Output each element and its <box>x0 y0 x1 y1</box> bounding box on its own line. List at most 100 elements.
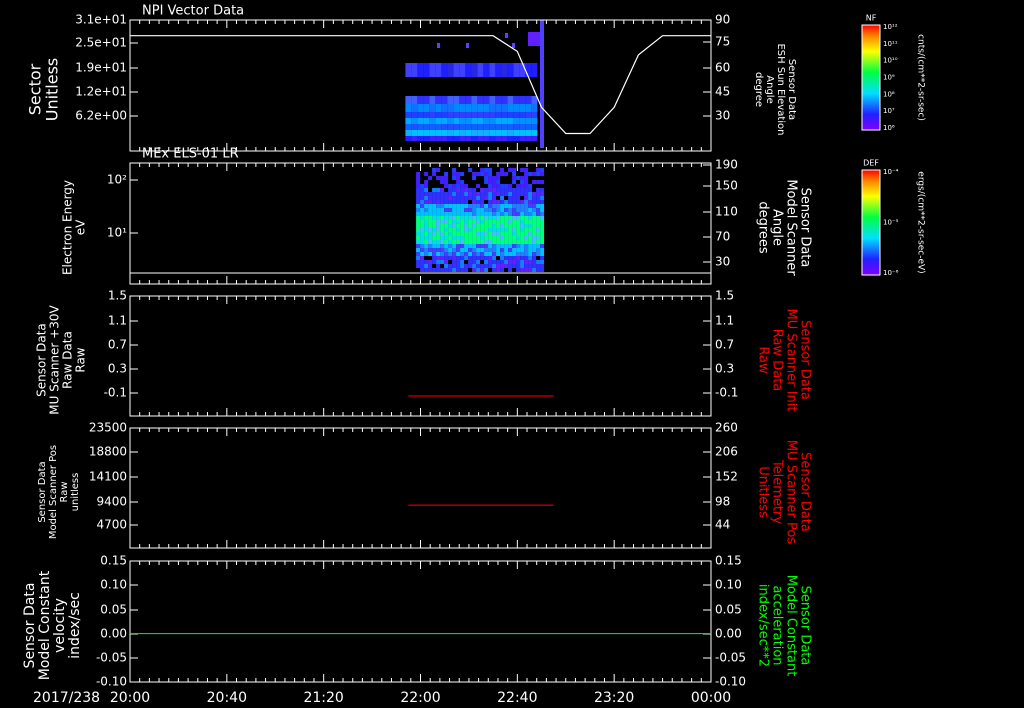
heatmap-cell <box>468 228 473 232</box>
heatmap-cell <box>519 136 526 141</box>
heatmap-cell <box>532 180 537 184</box>
heatmap-cell <box>480 204 485 208</box>
heatmap-cell <box>520 264 525 268</box>
heatmap-cell <box>420 248 425 252</box>
y-tick-label: 1.1 <box>108 314 127 328</box>
heatmap-cell <box>504 264 509 268</box>
heatmap-cell <box>436 260 441 264</box>
heatmap-cell <box>536 232 541 236</box>
heatmap-cell <box>536 252 541 256</box>
heatmap-cell <box>428 204 433 208</box>
heatmap-cell <box>520 180 525 184</box>
heatmap-cell <box>512 248 517 252</box>
heatmap-cell <box>488 240 493 244</box>
heatmap-cell <box>444 180 449 184</box>
heatmap-cell <box>416 216 421 220</box>
heatmap-cell <box>472 216 477 220</box>
heatmap-cell <box>476 184 481 188</box>
heatmap-cell <box>447 118 454 124</box>
heatmap-cell <box>432 260 437 264</box>
heatmap-cell <box>528 188 533 192</box>
heatmap-cell <box>472 264 477 268</box>
heatmap-cell <box>440 228 445 232</box>
heatmap-cell <box>453 130 460 136</box>
heatmap-cell <box>423 130 430 136</box>
heatmap-cell <box>448 256 453 260</box>
heatmap-cell <box>476 204 481 208</box>
heatmap-cell <box>488 228 493 232</box>
heatmap-cell <box>428 224 433 228</box>
y2-tick-label: 44 <box>715 518 730 532</box>
heatmap-cell <box>444 196 449 200</box>
heatmap-cell <box>440 224 445 228</box>
heatmap-cell <box>528 212 533 216</box>
heatmap-cell <box>488 232 493 236</box>
colorbar-tick: 10⁻⁴ <box>883 168 899 176</box>
heatmap-cell <box>444 240 449 244</box>
heatmap-cell <box>488 236 493 240</box>
heatmap-cell <box>440 212 445 216</box>
heatmap-cell <box>528 260 533 264</box>
y2-tick-label: 30 <box>715 109 730 123</box>
heatmap-cell <box>516 264 521 268</box>
y-axis-label: Model Scanner Pos <box>48 445 59 539</box>
heatmap-cell <box>507 124 514 130</box>
heatmap-cell <box>476 224 481 228</box>
heatmap-cell <box>435 96 442 104</box>
heatmap-cell <box>536 204 541 208</box>
heatmap-cell <box>516 200 521 204</box>
heatmap-cell <box>472 212 477 216</box>
heatmap-cell <box>424 236 429 240</box>
heatmap-cell <box>531 130 538 136</box>
heatmap-cell <box>448 240 453 244</box>
heatmap-cell <box>471 124 478 130</box>
colorbar-tick: 10¹² <box>883 23 898 31</box>
heatmap-cell <box>472 224 477 228</box>
heatmap-cell <box>420 220 425 224</box>
heatmap-cell <box>471 104 478 112</box>
heatmap-cell <box>436 256 441 260</box>
heatmap-cell <box>528 232 533 236</box>
heatmap-cell <box>520 192 525 196</box>
heatmap-cell <box>496 240 501 244</box>
heatmap-cell <box>512 43 515 48</box>
heatmap-cell <box>488 244 493 248</box>
heatmap-cell <box>540 212 545 216</box>
heatmap-cell <box>488 208 493 212</box>
heatmap-cell <box>508 192 513 196</box>
heatmap-cell <box>436 240 441 244</box>
y-axis-label: Electron Energy <box>61 180 75 275</box>
heatmap-cell <box>500 244 505 248</box>
heatmap-cell <box>423 63 430 77</box>
heatmap-cell <box>504 192 509 196</box>
heatmap-cell <box>540 224 545 228</box>
y2-tick-label: 0.05 <box>715 603 742 617</box>
heatmap-cell <box>508 244 513 248</box>
time-tick-label: 00:00 <box>691 690 731 706</box>
heatmap-cell <box>468 232 473 236</box>
heatmap-cell <box>536 168 541 172</box>
heatmap-cell <box>504 256 509 260</box>
heatmap-cell <box>464 256 469 260</box>
heatmap-cell <box>488 204 493 208</box>
heatmap-cell <box>488 248 493 252</box>
heatmap-cell <box>508 196 513 200</box>
heatmap-cell <box>456 244 461 248</box>
heatmap-cell <box>532 208 537 212</box>
heatmap-cell <box>465 104 472 112</box>
heatmap-cell <box>405 63 412 77</box>
heatmap-cell <box>476 228 481 232</box>
heatmap-cell <box>429 136 436 141</box>
heatmap-cell <box>495 118 502 124</box>
heatmap-cell <box>465 63 472 77</box>
heatmap-cell <box>477 63 484 77</box>
heatmap-cell <box>444 260 449 264</box>
heatmap-cell <box>472 208 477 212</box>
heatmap-cell <box>472 244 477 248</box>
heatmap-cell <box>516 268 521 272</box>
heatmap-cell <box>448 220 453 224</box>
heatmap-cell <box>428 176 433 180</box>
y-axis-label: Unitless <box>43 58 62 122</box>
heatmap-cell <box>453 124 460 130</box>
heatmap-cell <box>476 236 481 240</box>
